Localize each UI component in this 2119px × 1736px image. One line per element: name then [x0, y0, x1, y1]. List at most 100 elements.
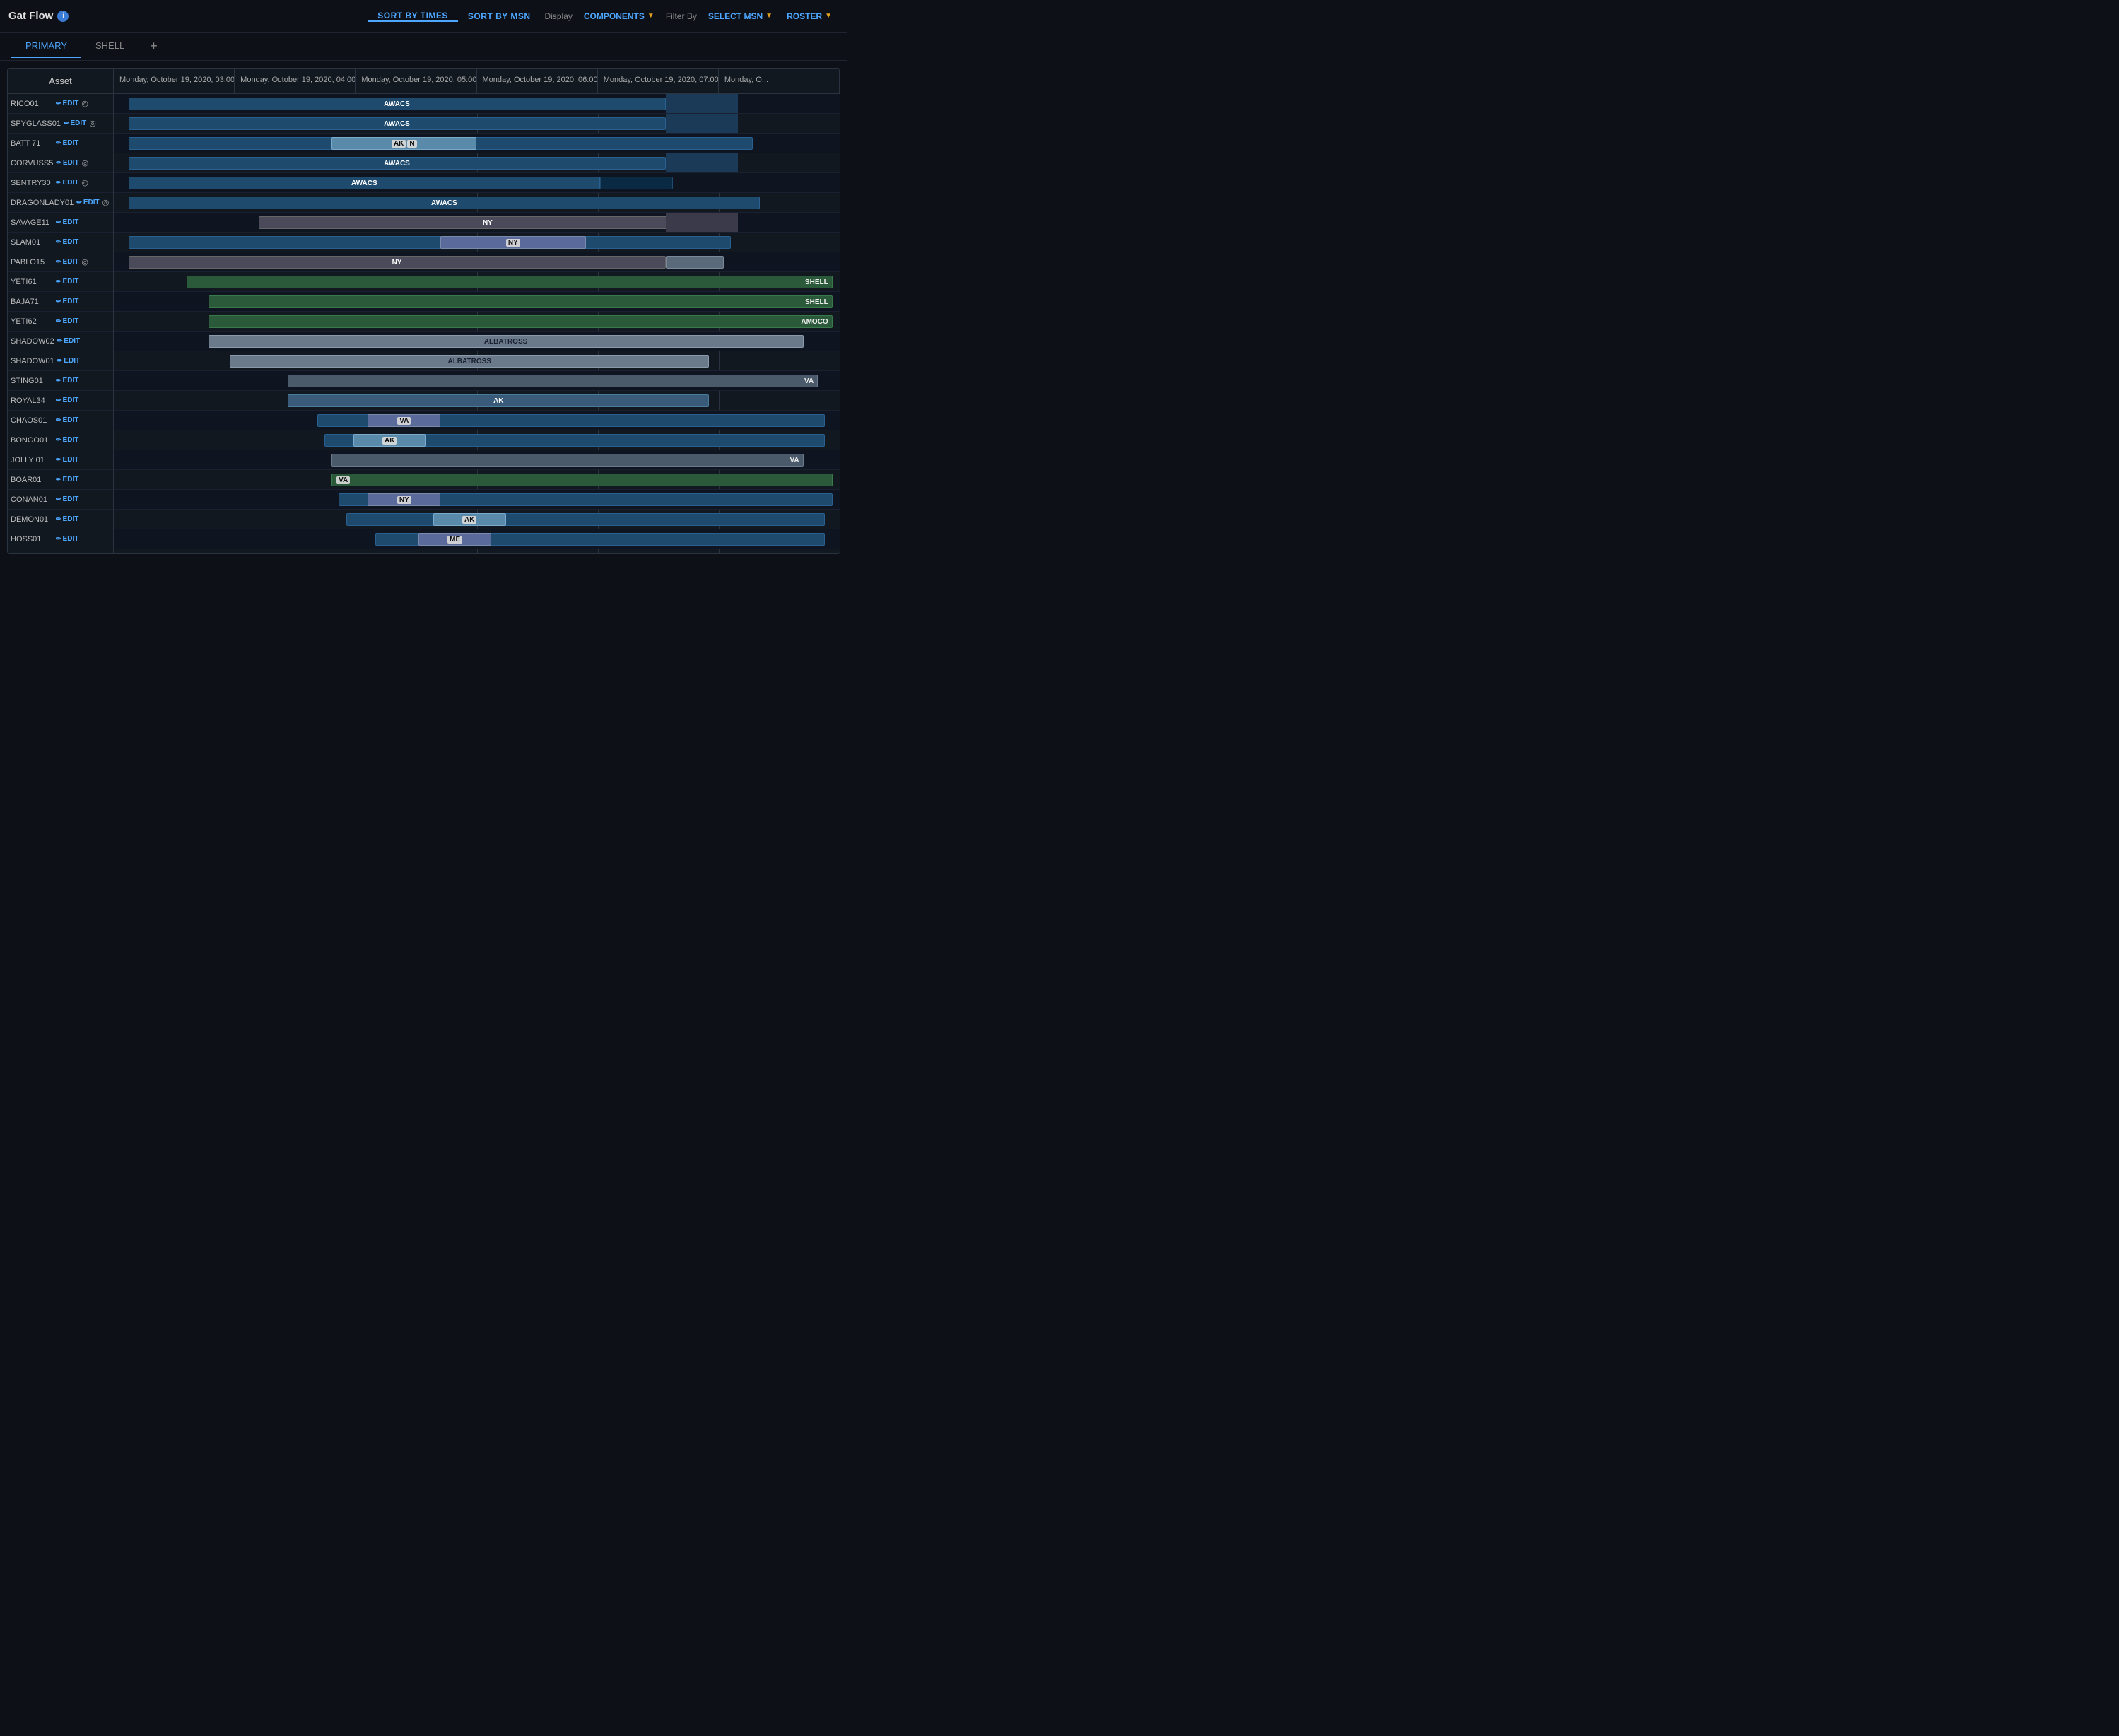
bar-corvuss5-awacs[interactable]: AWACS [129, 157, 666, 170]
label-yeti62: YETI62 ✏EDIT [8, 312, 113, 332]
bar-dragonlady01-awacs[interactable]: AWACS [129, 197, 760, 209]
asset-name: SHADOW01 [11, 357, 54, 365]
bar-boar01-va[interactable]: VA [331, 474, 833, 486]
tab-primary[interactable]: PRIMARY [11, 35, 81, 58]
label-pablo15: PABLO15 ✏EDIT ◎ [8, 252, 113, 272]
row-pablo15: NY [114, 252, 840, 272]
select-msn-arrow-icon: ▼ [765, 12, 773, 20]
bar-shadow02-albatross[interactable]: ALBATROSS [209, 335, 804, 348]
sort-by-times-btn[interactable]: SORT BY TIMES [368, 11, 458, 22]
edit-yeti62[interactable]: ✏EDIT [56, 317, 78, 325]
asset-name: HOSS01 [11, 535, 53, 544]
row-sting01: VA [114, 371, 840, 391]
select-msn-dropdown[interactable]: SELECT MSN ▼ [701, 11, 780, 21]
edit-shadow02[interactable]: ✏EDIT [57, 337, 80, 345]
edit-chaos01[interactable]: ✏EDIT [56, 416, 78, 424]
edit-boar01[interactable]: ✏EDIT [56, 476, 78, 483]
bar-savage11-ny[interactable]: NY [259, 216, 716, 229]
bar-royal34-ak[interactable]: AK [288, 394, 709, 407]
bar-conan01-ny[interactable]: NY [368, 493, 440, 506]
label-boar01: BOAR01 ✏EDIT [8, 470, 113, 490]
bar-jolly01-va[interactable]: VA [331, 454, 804, 467]
bar-hoss01-me[interactable]: ME [418, 533, 491, 546]
asset-name: BONGO01 [11, 436, 53, 445]
roster-dropdown[interactable]: ROSTER ▼ [780, 11, 839, 21]
bar-slam01-bg [129, 236, 731, 249]
bar-slam01-ny[interactable]: NY [440, 236, 585, 249]
row-slam01: NY [114, 233, 840, 252]
row-shadow01: ALBATROSS [114, 351, 840, 371]
edit-pablo15[interactable]: ✏EDIT [56, 258, 78, 266]
bar-sentry30-awacs[interactable]: AWACS [129, 177, 601, 189]
asset-name: DRAGONLADY01 [11, 199, 74, 207]
row-sentry30: AWACS [114, 173, 840, 193]
edit-batt71[interactable]: ✏EDIT [56, 139, 78, 147]
info-icon[interactable]: i [57, 11, 69, 22]
edit-demon01[interactable]: ✏EDIT [56, 515, 78, 523]
add-tab-button[interactable]: + [144, 36, 163, 57]
row-rico01: AWACS [114, 94, 840, 114]
bar-baja71-green[interactable]: SHELL [209, 295, 833, 308]
edit-sting01[interactable]: ✏EDIT [56, 377, 78, 385]
edit-baja71[interactable]: ✏EDIT [56, 298, 78, 305]
asset-name: YETI61 [11, 278, 53, 286]
bar-batt71-ak[interactable]: AK N [331, 137, 476, 150]
label-yeti61: YETI61 ✏EDIT [8, 272, 113, 292]
label-conan01: CONAN01 ✏EDIT [8, 490, 113, 510]
bar-rico01-awacs[interactable]: AWACS [129, 98, 666, 110]
asset-name: CHAOS01 [11, 416, 53, 425]
row-hoss01: ME [114, 529, 840, 549]
time-col-2: Monday, October 19, 2020, 04:00 [235, 69, 356, 93]
edit-royal34[interactable]: ✏EDIT [56, 397, 78, 404]
row-yeti62: AMOCO [114, 312, 840, 332]
label-spyglass01: SPYGLASS01 ✏EDIT ◎ [8, 114, 113, 134]
asset-name: YETI62 [11, 317, 53, 326]
row-bongo01: AK [114, 430, 840, 450]
edit-savage11[interactable]: ✏EDIT [56, 218, 78, 226]
edit-jolly01[interactable]: ✏EDIT [56, 456, 78, 464]
filter-by-label: Filter By [662, 11, 701, 21]
gantt-container: Asset Monday, October 19, 2020, 03:00 Mo… [7, 68, 840, 554]
label-sting01: STING01 ✏EDIT [8, 371, 113, 391]
row-corvuss5: AWACS [114, 153, 840, 173]
bar-chaos01-va[interactable]: VA [368, 414, 440, 427]
label-slam01: SLAM01 ✏EDIT [8, 233, 113, 252]
edit-shadow01[interactable]: ✏EDIT [57, 357, 80, 365]
edit-spyglass01[interactable]: ✏EDIT [64, 119, 86, 127]
edit-sentry30[interactable]: ✏EDIT [56, 179, 78, 187]
asset-name: SHADOW02 [11, 337, 54, 346]
edit-hoss01[interactable]: ✏EDIT [56, 535, 78, 543]
bar-bongo01-ak[interactable]: AK [353, 434, 426, 447]
row-baja71: SHELL [114, 292, 840, 312]
bar-pablo15-ny[interactable]: NY [129, 256, 666, 269]
edit-corvuss5[interactable]: ✏EDIT [56, 159, 78, 167]
time-col-4: Monday, October 19, 2020, 06:00 [477, 69, 598, 93]
gantt-wrapper: Asset Monday, October 19, 2020, 03:00 Mo… [0, 61, 847, 554]
edit-bongo01[interactable]: ✏EDIT [56, 436, 78, 444]
edit-rico01[interactable]: ✏EDIT [56, 100, 78, 107]
tab-shell[interactable]: SHELL [81, 35, 139, 58]
bar-demon01-ak[interactable]: AK [433, 513, 506, 526]
label-corvuss5: CORVUSS5 ✏EDIT ◎ [8, 153, 113, 173]
target-icon: ◎ [81, 99, 88, 108]
label-rico01: RICO01 ✏EDIT ◎ [8, 94, 113, 114]
label-demon01: DEMON01 ✏EDIT [8, 510, 113, 529]
label-dragonlady01: DRAGONLADY01 ✏EDIT ◎ [8, 193, 113, 213]
label-jolly01: JOLLY 01 ✏EDIT [8, 450, 113, 470]
components-dropdown[interactable]: COMPONENTS ▼ [577, 11, 662, 21]
asset-name: CORVUSS5 [11, 159, 53, 168]
label-chaos01: CHAOS01 ✏EDIT [8, 411, 113, 430]
target-icon: ◎ [81, 257, 88, 266]
bar-yeti61-green[interactable]: SHELL [187, 276, 833, 288]
edit-conan01[interactable]: ✏EDIT [56, 495, 78, 503]
sort-by-msn-btn[interactable]: SORT BY MSN [458, 11, 541, 21]
bar-shadow01-albatross[interactable]: ALBATROSS [230, 355, 709, 368]
asset-name: CONAN01 [11, 495, 53, 504]
gantt-labels: RICO01 ✏EDIT ◎ SPYGLASS01 ✏EDIT ◎ BATT 7… [8, 94, 114, 553]
bar-yeti62-amoco[interactable]: AMOCO [209, 315, 833, 328]
bar-spyglass01-awacs[interactable]: AWACS [129, 117, 666, 130]
edit-yeti61[interactable]: ✏EDIT [56, 278, 78, 286]
edit-slam01[interactable]: ✏EDIT [56, 238, 78, 246]
bar-sting01-va[interactable]: VA [288, 375, 818, 387]
edit-dragonlady01[interactable]: ✏EDIT [76, 199, 99, 206]
